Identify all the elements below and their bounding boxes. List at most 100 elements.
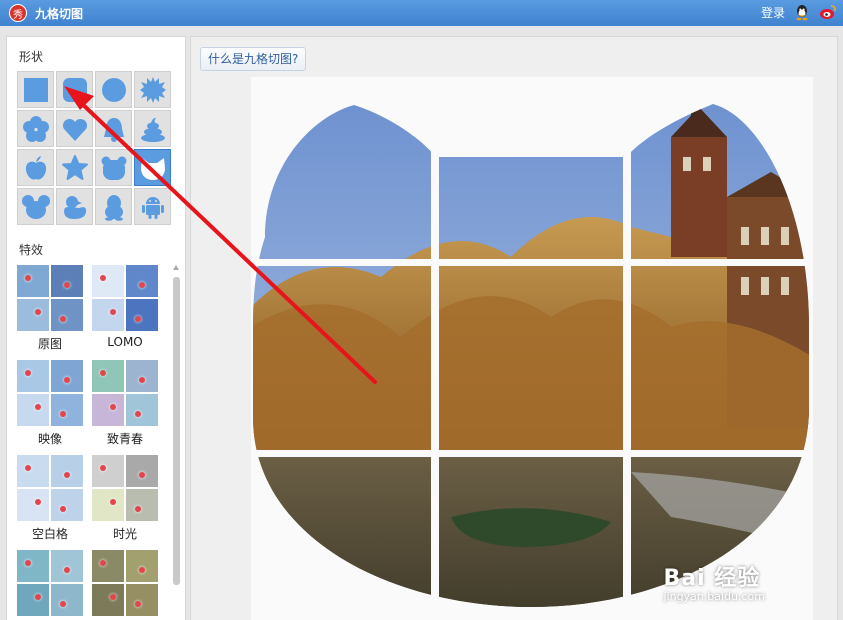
light-bulb-icon bbox=[60, 316, 66, 322]
light-bulb-icon bbox=[35, 499, 41, 505]
shape-mouse-button[interactable] bbox=[17, 188, 54, 225]
light-bulb-icon bbox=[135, 411, 141, 417]
light-bulb-icon bbox=[110, 309, 116, 315]
shape-penguin-button[interactable] bbox=[95, 188, 132, 225]
shape-apple-button[interactable] bbox=[17, 149, 54, 186]
effect-thumbnail-cell bbox=[51, 394, 83, 426]
light-bulb-icon bbox=[139, 377, 145, 383]
effect-thumbnail[interactable] bbox=[92, 550, 158, 616]
what-is-nine-grid-button[interactable]: 什么是九格切图? bbox=[200, 47, 307, 71]
effect-thumbnail-cell bbox=[126, 360, 158, 392]
shape-grid bbox=[17, 71, 171, 225]
effect-label: 致青春 bbox=[106, 432, 143, 446]
shape-bear-button[interactable] bbox=[95, 149, 132, 186]
shape-android-button[interactable] bbox=[134, 188, 171, 225]
starburst-icon bbox=[139, 76, 166, 103]
effect-thumbnail-cell bbox=[51, 360, 83, 392]
effect-thumbnail-cell bbox=[92, 550, 124, 582]
watermark-sub: jingyan.baidu.com bbox=[663, 590, 765, 603]
effect-item[interactable]: 空白格 bbox=[17, 455, 83, 542]
light-bulb-icon bbox=[60, 506, 66, 512]
title-bar: 秀 九格切图 登录 bbox=[0, 0, 843, 26]
effect-item[interactable] bbox=[17, 550, 83, 620]
effect-thumbnail-cell bbox=[51, 489, 83, 521]
effect-thumbnail[interactable] bbox=[17, 455, 83, 521]
flower-icon bbox=[22, 115, 49, 142]
effect-thumbnail-cell bbox=[126, 584, 158, 616]
shape-bell-button[interactable] bbox=[95, 110, 132, 147]
cat-icon bbox=[140, 157, 165, 180]
effects-section-label: 特效 bbox=[19, 243, 44, 257]
shape-poop-button[interactable] bbox=[134, 110, 171, 147]
shape-duck-button[interactable] bbox=[56, 188, 93, 225]
light-bulb-icon bbox=[64, 472, 70, 478]
effect-item[interactable]: 时光 bbox=[92, 455, 158, 542]
circle-icon bbox=[101, 77, 126, 102]
left-panel: 形状 特效 原图 LOMO 映像 致青春 空白格 时光 bbox=[6, 36, 186, 620]
effect-thumbnail-cell bbox=[126, 550, 158, 582]
effect-label: 空白格 bbox=[31, 527, 68, 541]
effect-thumbnail-cell bbox=[92, 299, 124, 331]
light-bulb-icon bbox=[25, 370, 31, 376]
effect-thumbnail-cell bbox=[126, 265, 158, 297]
qq-icon[interactable] bbox=[793, 3, 811, 21]
effect-thumbnail-cell bbox=[51, 299, 83, 331]
light-bulb-icon bbox=[100, 560, 106, 566]
shape-circle-button[interactable] bbox=[95, 71, 132, 108]
light-bulb-icon bbox=[135, 506, 141, 512]
shape-square-button[interactable] bbox=[17, 71, 54, 108]
light-bulb-icon bbox=[64, 282, 70, 288]
light-bulb-icon bbox=[64, 377, 70, 383]
bell-icon bbox=[103, 117, 124, 142]
effect-thumbnail-cell bbox=[51, 265, 83, 297]
login-link[interactable]: 登录 bbox=[761, 4, 785, 21]
effect-thumbnail-cell bbox=[92, 360, 124, 392]
effect-label: 映像 bbox=[37, 432, 62, 446]
app-logo-icon: 秀 bbox=[9, 4, 27, 22]
duck-icon bbox=[63, 195, 86, 219]
effect-thumbnail[interactable] bbox=[17, 550, 83, 616]
shape-star-button[interactable] bbox=[56, 149, 93, 186]
effect-item[interactable]: 映像 bbox=[17, 360, 83, 447]
effect-thumbnail-cell bbox=[92, 584, 124, 616]
effect-thumbnail-cell bbox=[17, 360, 49, 392]
shape-section-label: 形状 bbox=[19, 50, 44, 64]
effect-label: 时光 bbox=[112, 527, 137, 541]
shape-cat-button[interactable] bbox=[134, 149, 171, 186]
effect-item[interactable] bbox=[92, 550, 158, 620]
light-bulb-icon bbox=[25, 275, 31, 281]
shape-flower-button[interactable] bbox=[17, 110, 54, 147]
shape-rounded-square-button[interactable] bbox=[56, 71, 93, 108]
light-bulb-icon bbox=[110, 404, 116, 410]
scrollbar-thumb[interactable] bbox=[173, 277, 180, 585]
light-bulb-icon bbox=[100, 465, 106, 471]
effect-thumbnail[interactable] bbox=[17, 360, 83, 426]
effect-thumbnail-cell bbox=[17, 394, 49, 426]
weibo-icon[interactable] bbox=[819, 3, 837, 21]
effect-scrollbar[interactable] bbox=[172, 265, 181, 620]
light-bulb-icon bbox=[135, 316, 141, 322]
effect-thumbnail-cell bbox=[92, 455, 124, 487]
effect-thumbnail-cell bbox=[17, 265, 49, 297]
apple-icon bbox=[25, 155, 46, 180]
scroll-up-arrow-icon[interactable] bbox=[173, 265, 179, 270]
effect-thumbnail-cell bbox=[126, 455, 158, 487]
effect-item[interactable]: 致青春 bbox=[92, 360, 158, 447]
watermark-main: Bai 经验 bbox=[663, 566, 761, 591]
cat-shaped-nine-grid-photo bbox=[251, 77, 813, 620]
effect-thumbnail[interactable] bbox=[92, 360, 158, 426]
effect-thumbnail[interactable] bbox=[92, 265, 158, 331]
shape-heart-button[interactable] bbox=[56, 110, 93, 147]
effect-thumbnail-cell bbox=[92, 265, 124, 297]
effect-thumbnail-cell bbox=[126, 394, 158, 426]
effect-item[interactable]: 原图 bbox=[17, 265, 83, 352]
shape-starburst-button[interactable] bbox=[134, 71, 171, 108]
effect-item[interactable]: LOMO bbox=[92, 265, 158, 349]
effect-list: 原图 LOMO 映像 致青春空白格 时光 bbox=[17, 265, 167, 620]
bear-icon bbox=[101, 156, 126, 180]
baidu-watermark: Bai 经验 jingyan.baidu.com bbox=[663, 560, 765, 603]
penguin-icon bbox=[104, 194, 123, 221]
effect-thumbnail[interactable] bbox=[92, 455, 158, 521]
effect-thumbnail-cell bbox=[51, 584, 83, 616]
effect-thumbnail[interactable] bbox=[17, 265, 83, 331]
